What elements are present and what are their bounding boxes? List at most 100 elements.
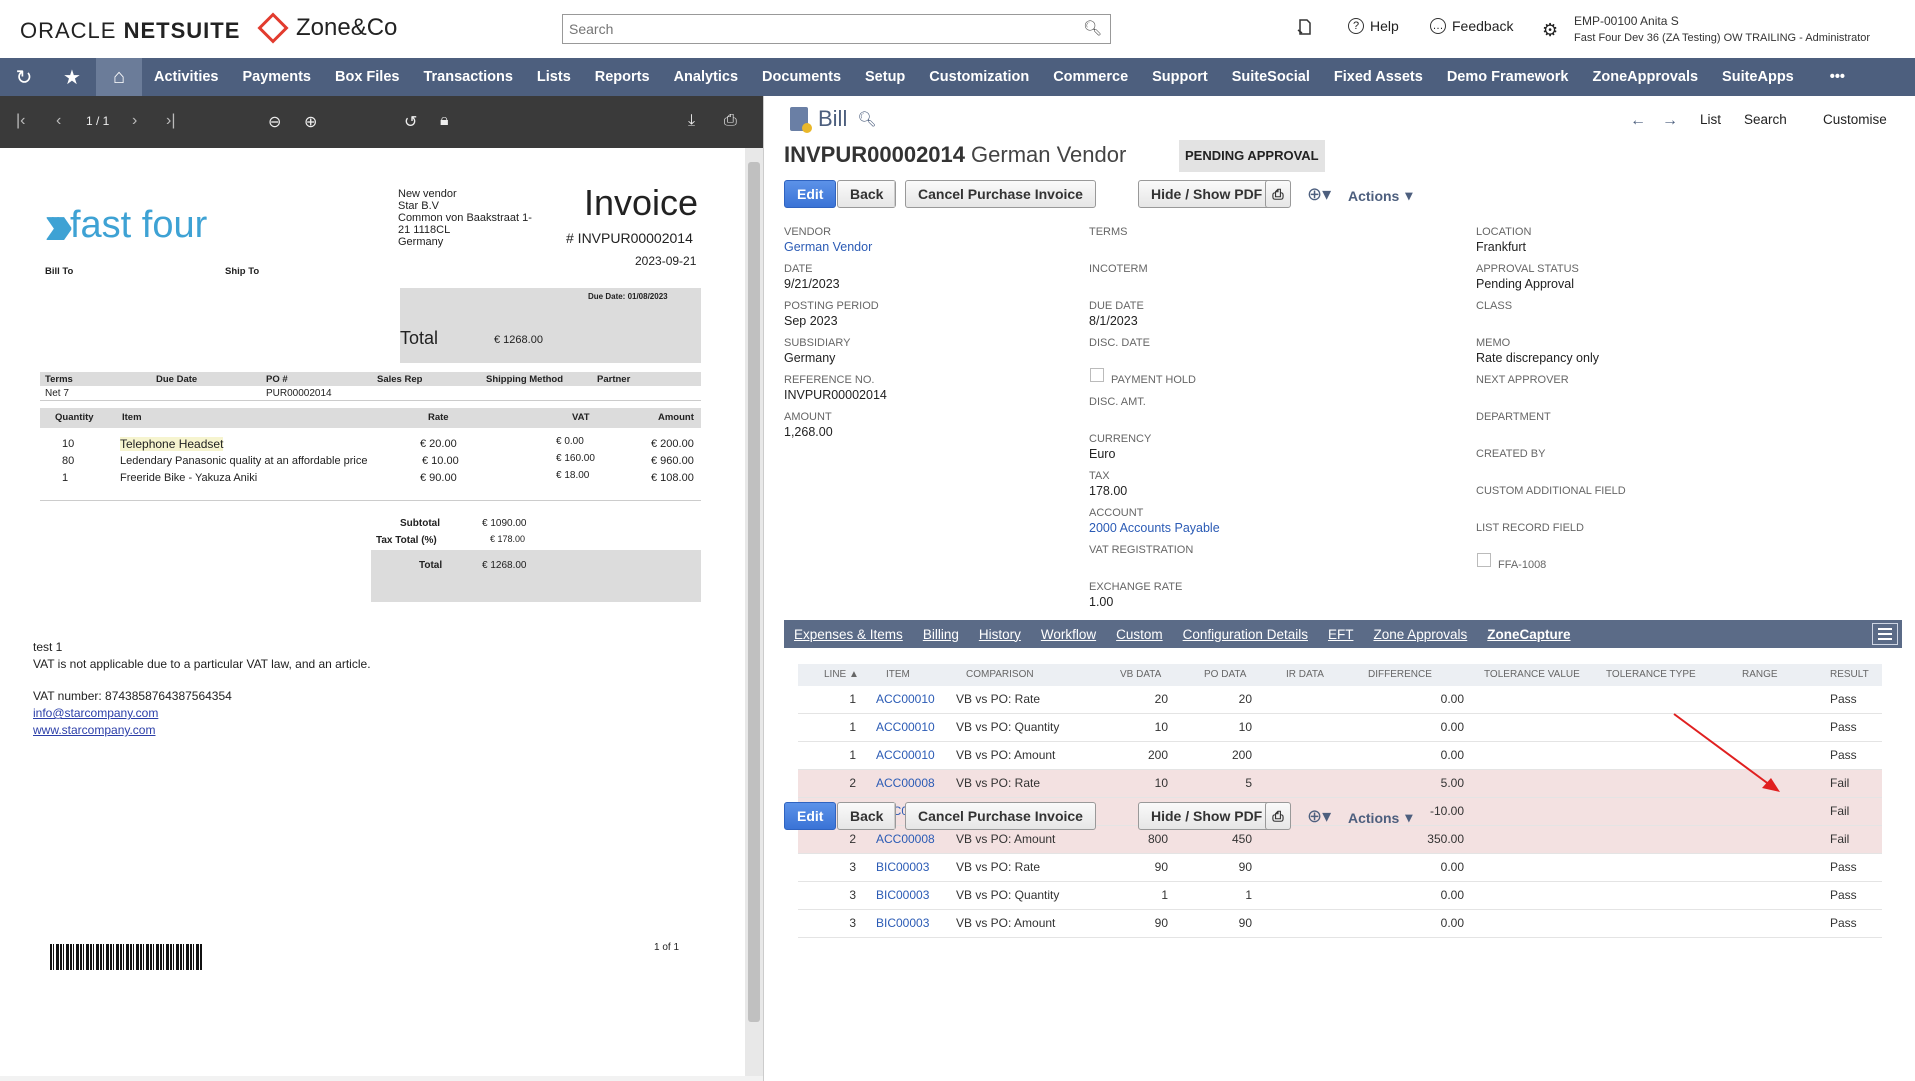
favorites-star-icon[interactable]: ★ — [48, 58, 96, 96]
customise-link[interactable]: Customise — [1823, 112, 1887, 127]
table-row[interactable]: 3 BIC00003 VB vs PO: Rate 90 90 0.00 Pass — [798, 854, 1882, 882]
new-record-icon-bottom[interactable]: ⊕▾ — [1307, 806, 1331, 827]
cell-item[interactable]: ACC00008 — [876, 832, 935, 846]
tab-workflow[interactable]: Workflow — [1031, 627, 1106, 642]
recent-icon[interactable]: ↻ — [0, 58, 48, 96]
hide-show-pdf-button-bottom[interactable]: Hide / Show PDF — [1138, 802, 1276, 830]
pdf-scrollbar[interactable] — [745, 148, 763, 1076]
print-icon[interactable]: ⎙ — [724, 112, 737, 130]
tab-custom[interactable]: Custom — [1106, 627, 1173, 642]
search-input[interactable] — [563, 15, 1071, 43]
tab-billing[interactable]: Billing — [913, 627, 969, 642]
rotate-icon[interactable]: ↺ — [404, 112, 417, 132]
next-record-icon[interactable]: → — [1662, 112, 1678, 130]
hide-show-pdf-button[interactable]: Hide / Show PDF — [1138, 180, 1276, 208]
nav-demo-framework[interactable]: Demo Framework — [1435, 69, 1581, 85]
cancel-purchase-invoice-button-bottom[interactable]: Cancel Purchase Invoice — [905, 802, 1096, 830]
nav-box-files[interactable]: Box Files — [323, 69, 411, 85]
table-row[interactable]: 3 BIC00003 VB vs PO: Amount 90 90 0.00 Pass — [798, 910, 1882, 938]
cell-item[interactable]: ACC00010 — [876, 748, 935, 762]
lock-icon[interactable]: 🔒︎ — [440, 112, 449, 130]
tab-zone-approvals[interactable]: Zone Approvals — [1363, 627, 1477, 642]
user-menu[interactable]: EMP-00100 Anita S Fast Four Dev 36 (ZA T… — [1574, 14, 1870, 44]
next-page-icon[interactable]: › — [132, 112, 137, 130]
nav-support[interactable]: Support — [1140, 69, 1220, 85]
help-link[interactable]: ? Help — [1348, 18, 1399, 34]
tab-eft[interactable]: EFT — [1318, 627, 1364, 642]
search-link[interactable]: Search — [1744, 112, 1787, 127]
print-button-bottom[interactable]: ⎙ — [1265, 802, 1291, 830]
nav-setup[interactable]: Setup — [853, 69, 917, 85]
back-button[interactable]: Back — [837, 180, 897, 208]
search-icon[interactable]: 🔍︎ — [1083, 19, 1102, 37]
tab-expenses-items[interactable]: Expenses & Items — [784, 627, 913, 642]
table-row[interactable]: 2 ACC00008 VB vs PO: Amount 800 450 350.00 Fai… — [798, 826, 1882, 854]
col-range[interactable]: RANGE — [1742, 669, 1778, 680]
prev-record-icon[interactable]: ← — [1630, 112, 1646, 130]
edit-button-bottom[interactable]: Edit — [784, 802, 837, 830]
actions-menu[interactable]: Actions ▾ — [1348, 187, 1412, 204]
payment-hold-checkbox[interactable] — [1090, 368, 1104, 382]
col-line[interactable]: LINE ▲ — [824, 669, 859, 680]
nav-documents[interactable]: Documents — [750, 69, 853, 85]
feedback-link[interactable]: … Feedback — [1430, 18, 1513, 34]
col-difference[interactable]: DIFFERENCE — [1368, 669, 1432, 680]
cell-item[interactable]: ACC00008 — [876, 776, 935, 790]
cell-item[interactable]: BIC00003 — [876, 916, 929, 930]
recent-records-icon[interactable] — [1296, 18, 1314, 36]
col-po-data[interactable]: PO DATA — [1204, 669, 1246, 680]
actions-menu-bottom[interactable]: Actions ▾ — [1348, 809, 1412, 826]
print-button[interactable]: ⎙ — [1265, 180, 1291, 208]
home-icon[interactable]: ⌂ — [96, 58, 142, 96]
col-tolerance-value[interactable]: TOLERANCE VALUE — [1484, 669, 1580, 680]
nav-reports[interactable]: Reports — [583, 69, 662, 85]
role-switch-icon[interactable]: ⚙︎ — [1542, 20, 1558, 41]
col-comparison[interactable]: COMPARISON — [966, 669, 1034, 680]
nav-activities[interactable]: Activities — [142, 69, 230, 85]
ffa-checkbox[interactable] — [1477, 553, 1491, 567]
nav-zoneapprovals[interactable]: ZoneApprovals — [1581, 69, 1711, 85]
col-tolerance-type[interactable]: TOLERANCE TYPE — [1606, 669, 1696, 680]
nav-fixed-assets[interactable]: Fixed Assets — [1322, 69, 1435, 85]
first-page-icon[interactable]: |‹ — [16, 112, 25, 130]
cancel-purchase-invoice-button[interactable]: Cancel Purchase Invoice — [905, 180, 1096, 208]
cell-item[interactable]: ACC00010 — [876, 720, 935, 734]
prev-page-icon[interactable]: ‹ — [56, 112, 61, 130]
col-ir-data[interactable]: IR DATA — [1286, 669, 1324, 680]
back-button-bottom[interactable]: Back — [837, 802, 897, 830]
nav-suitesocial[interactable]: SuiteSocial — [1220, 69, 1322, 85]
zoom-in-icon[interactable]: ⊕ — [304, 112, 317, 132]
col-vb-data[interactable]: VB DATA — [1120, 669, 1161, 680]
col-item[interactable]: ITEM — [886, 669, 910, 680]
nav-commerce[interactable]: Commerce — [1041, 69, 1140, 85]
email-link[interactable]: info@starcompany.com — [33, 706, 158, 720]
nav-customization[interactable]: Customization — [917, 69, 1041, 85]
last-page-icon[interactable]: ›| — [166, 112, 175, 130]
tab-history[interactable]: History — [969, 627, 1031, 642]
nav-analytics[interactable]: Analytics — [662, 69, 750, 85]
nav-payments[interactable]: Payments — [230, 69, 323, 85]
nav-lists[interactable]: Lists — [525, 69, 583, 85]
cell-item[interactable]: BIC00003 — [876, 888, 929, 902]
tab-menu-icon[interactable] — [1872, 623, 1898, 645]
tab-configuration-details[interactable]: Configuration Details — [1173, 627, 1318, 642]
nav-transactions[interactable]: Transactions — [411, 69, 524, 85]
zoom-out-icon[interactable]: ⊖ — [268, 112, 281, 132]
oracle-netsuite-logo[interactable]: ORACLE NETSUITE — [20, 18, 240, 44]
cell-item[interactable]: ACC00010 — [876, 692, 935, 706]
vendor-link[interactable]: German Vendor — [784, 240, 872, 254]
nav-more-icon[interactable]: ••• — [1806, 69, 1857, 85]
new-record-icon[interactable]: ⊕▾ — [1307, 184, 1331, 205]
pdf-scroll-thumb[interactable] — [748, 162, 760, 1022]
list-link[interactable]: List — [1700, 112, 1721, 127]
col-result[interactable]: RESULT — [1830, 669, 1869, 680]
edit-button[interactable]: Edit — [784, 180, 837, 208]
table-row[interactable]: 3 BIC00003 VB vs PO: Quantity 1 1 0.00 Pass — [798, 882, 1882, 910]
download-icon[interactable]: ⤓ — [688, 112, 695, 130]
nav-suiteapps[interactable]: SuiteApps — [1710, 69, 1806, 85]
account-link[interactable]: 2000 Accounts Payable — [1089, 521, 1220, 535]
tab-zonecapture[interactable]: ZoneCapture — [1477, 627, 1580, 642]
global-search[interactable]: 🔍︎ — [562, 14, 1111, 44]
cell-item[interactable]: BIC00003 — [876, 860, 929, 874]
website-link[interactable]: www.starcompany.com — [33, 723, 155, 737]
